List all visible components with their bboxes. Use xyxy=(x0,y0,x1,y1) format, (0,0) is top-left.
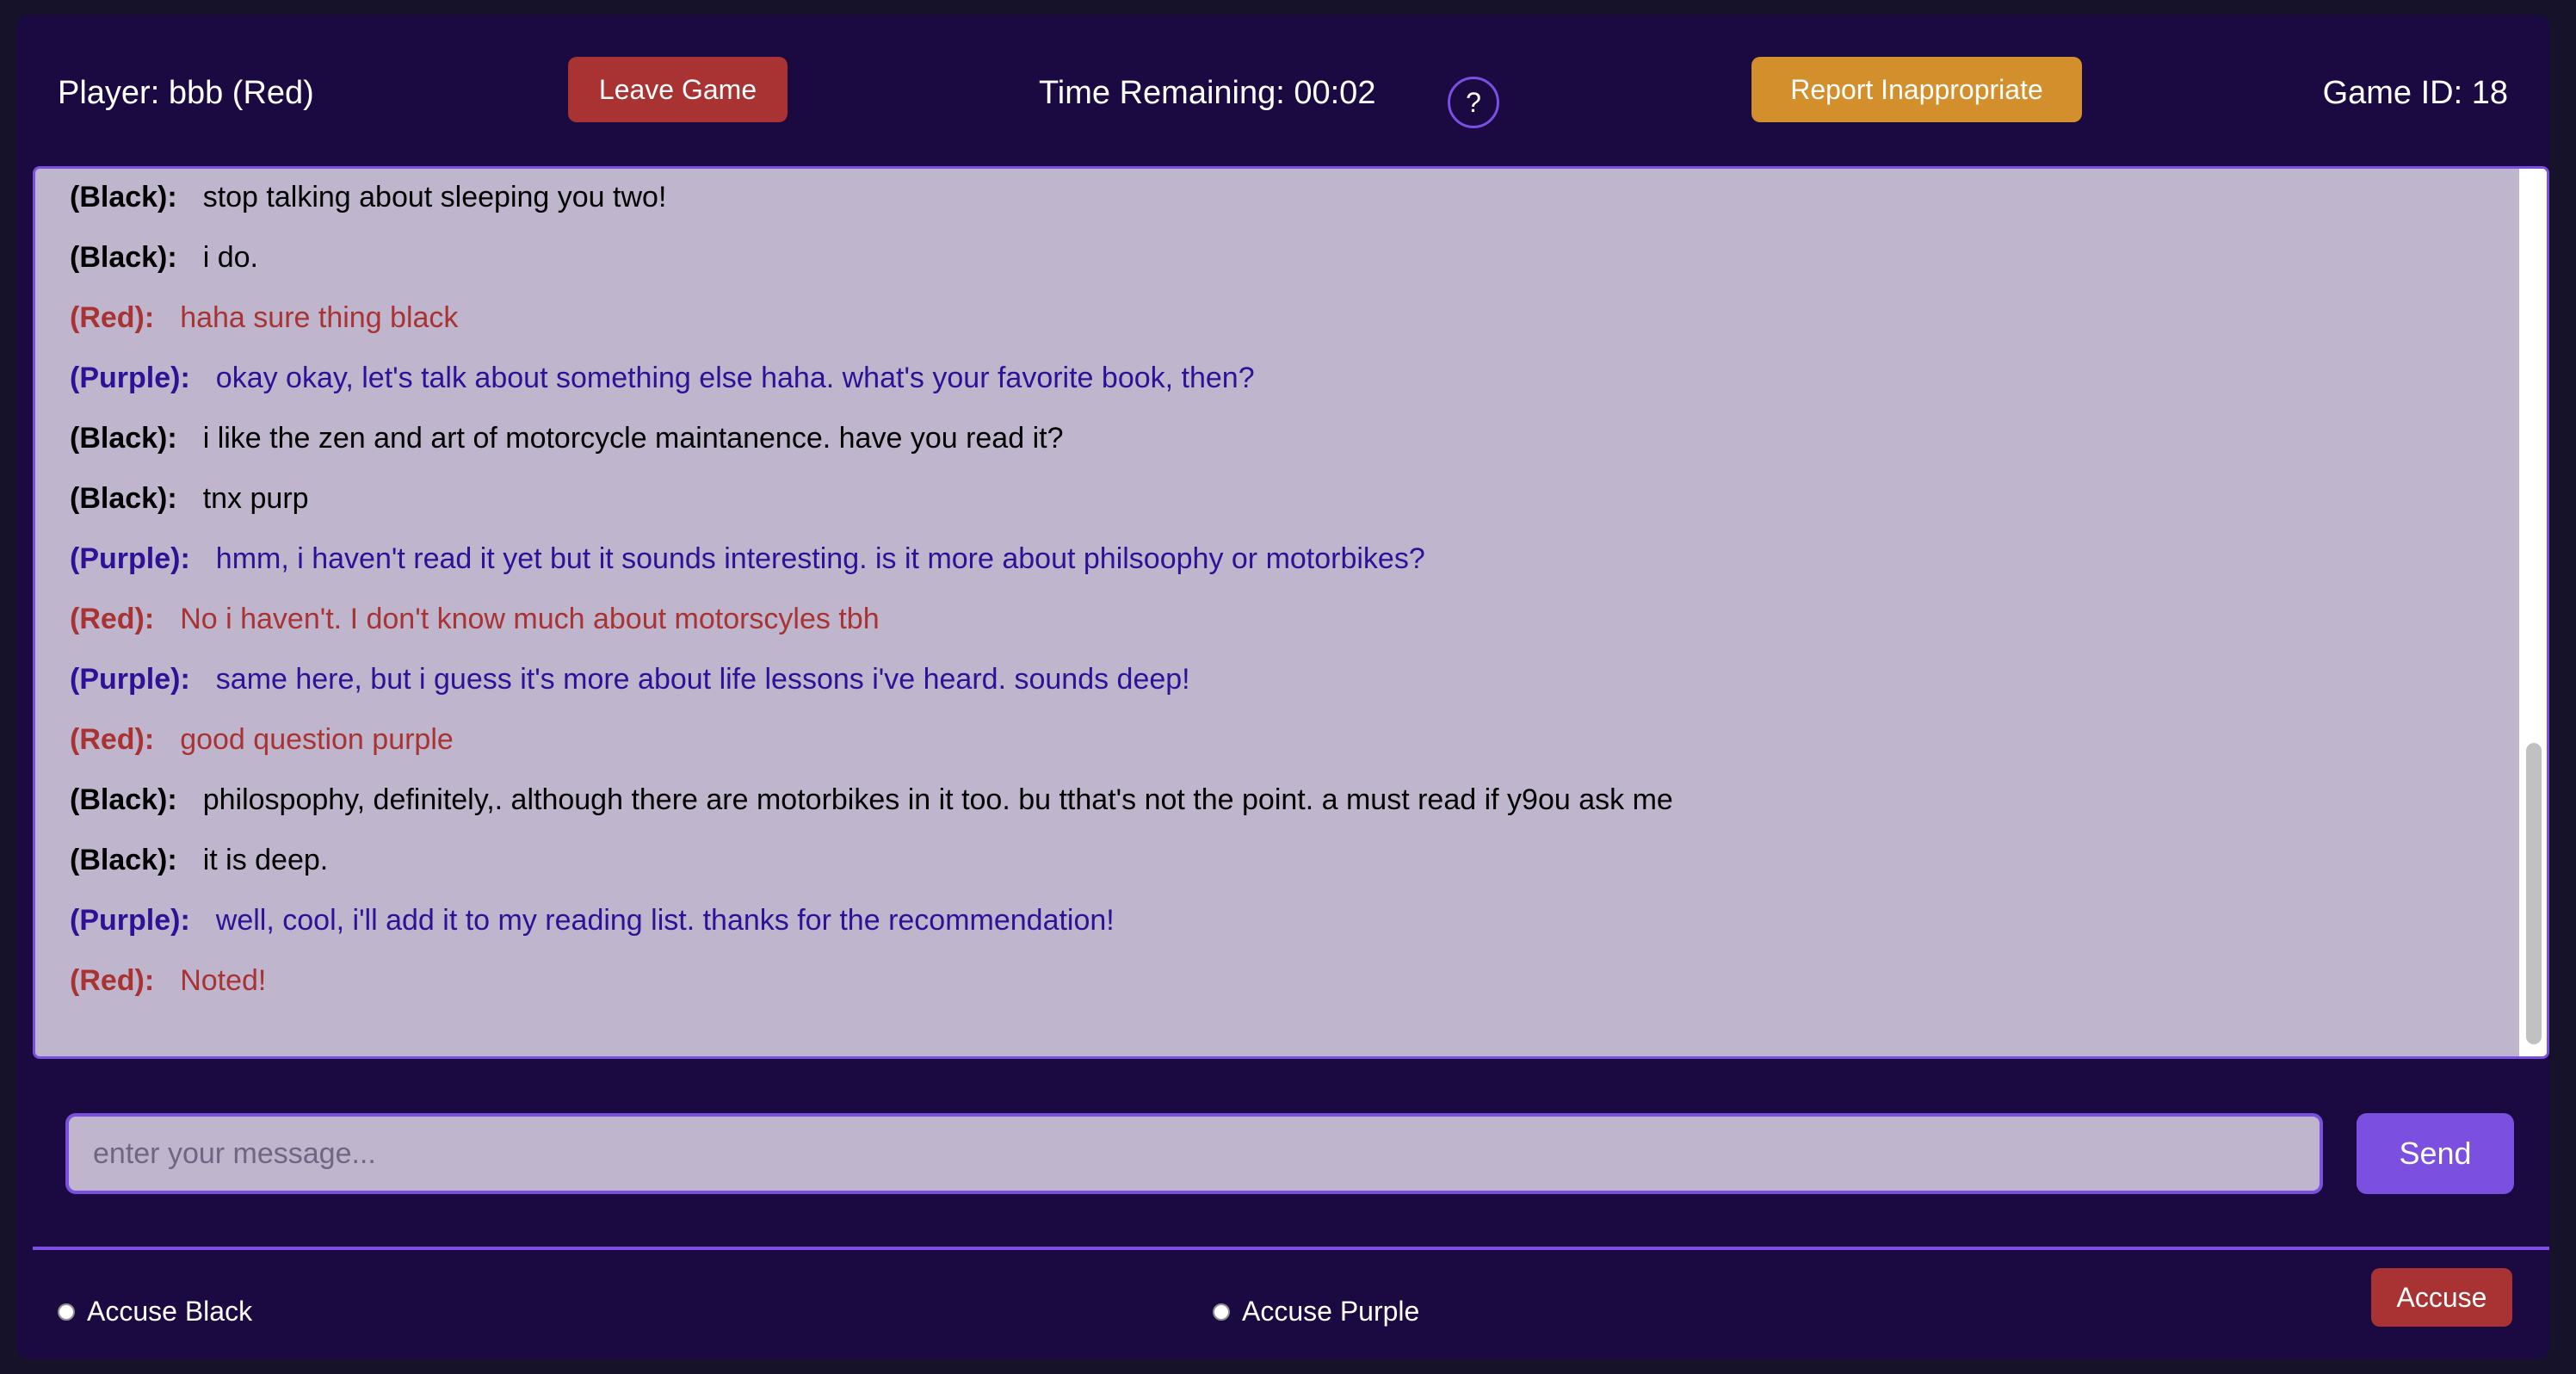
chat-message: (Red): Noted! xyxy=(70,961,266,1000)
message-text: stop talking about sleeping you two! xyxy=(202,181,667,214)
chat-message: (Black): it is deep. xyxy=(70,840,328,880)
message-list: (Black): stop talking about sleeping you … xyxy=(35,169,2516,1056)
leave-game-button[interactable]: Leave Game xyxy=(568,57,788,122)
message-text: i do. xyxy=(202,241,258,274)
message-text: i like the zen and art of motorcycle mai… xyxy=(202,422,1064,455)
message-input[interactable] xyxy=(65,1113,2323,1194)
send-button[interactable]: Send xyxy=(2357,1113,2514,1194)
report-inappropriate-button[interactable]: Report Inappropriate xyxy=(1751,57,2082,122)
message-text: well, cool, i'll add it to my reading li… xyxy=(215,904,1115,937)
chat-message: (Purple): well, cool, i'll add it to my r… xyxy=(70,901,1115,940)
accuse-black-option[interactable]: Accuse Black xyxy=(58,1296,252,1328)
message-speaker: (Purple): xyxy=(70,904,190,937)
chat-message: (Purple): same here, but i guess it's mor… xyxy=(70,659,1190,699)
message-text: hmm, i haven't read it yet but it sounds… xyxy=(215,542,1425,575)
message-speaker: (Red): xyxy=(70,603,155,635)
divider xyxy=(33,1247,2549,1250)
accuse-purple-option[interactable]: Accuse Purple xyxy=(1213,1296,1419,1328)
help-icon[interactable]: ? xyxy=(1448,77,1499,128)
message-speaker: (Purple): xyxy=(70,663,190,696)
accuse-purple-radio[interactable] xyxy=(1213,1303,1230,1321)
message-text: tnx purp xyxy=(202,482,309,515)
message-text: same here, but i guess it's more about l… xyxy=(215,663,1190,696)
message-speaker: (Black): xyxy=(70,181,177,214)
accuse-black-radio[interactable] xyxy=(58,1303,75,1321)
chat-scrollbar[interactable] xyxy=(2519,169,2547,1056)
message-speaker: (Black): xyxy=(70,783,177,816)
chat-message: (Black): stop talking about sleeping you … xyxy=(70,177,666,217)
message-text: haha sure thing black xyxy=(180,301,459,334)
message-text: it is deep. xyxy=(202,844,329,876)
game-header: Player: bbb (Red) Leave Game Time Remain… xyxy=(16,15,2549,161)
accuse-button[interactable]: Accuse xyxy=(2371,1268,2512,1327)
message-text: philospophy, definitely,. although there… xyxy=(202,783,1673,816)
game-id: Game ID: 18 xyxy=(2322,75,2508,111)
message-text: Noted! xyxy=(180,964,267,997)
message-composer: Send xyxy=(65,1113,2514,1194)
player-label: Player: bbb (Red) xyxy=(58,75,314,111)
chat-scrollbar-thumb[interactable] xyxy=(2526,743,2542,1044)
chat-message: (Red): No i haven't. I don't know much ab… xyxy=(70,599,880,639)
accuse-black-label: Accuse Black xyxy=(87,1296,253,1327)
chat-message: (Red): good question purple xyxy=(70,720,454,759)
chat-message: (Black): i do. xyxy=(70,238,258,277)
message-text: good question purple xyxy=(180,723,454,756)
message-speaker: (Black): xyxy=(70,241,177,274)
message-speaker: (Red): xyxy=(70,723,155,756)
accuse-purple-label: Accuse Purple xyxy=(1242,1296,1420,1327)
message-speaker: (Purple): xyxy=(70,542,190,575)
message-speaker: (Black): xyxy=(70,422,177,455)
chat-message: (Purple): hmm, i haven't read it yet but … xyxy=(70,539,1425,579)
message-text: No i haven't. I don't know much about mo… xyxy=(180,603,880,635)
message-speaker: (Purple): xyxy=(70,362,190,394)
chat-message: (Black): i like the zen and art of motorc… xyxy=(70,418,1063,458)
message-speaker: (Red): xyxy=(70,301,155,334)
chat-message: (Red): haha sure thing black xyxy=(70,298,458,337)
chat-message: (Purple): okay okay, let's talk about som… xyxy=(70,358,1255,398)
message-speaker: (Red): xyxy=(70,964,155,997)
chat-message: (Black): tnx purp xyxy=(70,479,309,518)
chat-message: (Black): philospophy, definitely,. althou… xyxy=(70,780,1673,820)
message-text: okay okay, let's talk about something el… xyxy=(215,362,1255,394)
message-speaker: (Black): xyxy=(70,482,177,515)
message-speaker: (Black): xyxy=(70,844,177,876)
chat-log[interactable]: (Black): stop talking about sleeping you … xyxy=(33,166,2549,1059)
game-window: Player: bbb (Red) Leave Game Time Remain… xyxy=(16,15,2549,1359)
time-remaining: Time Remaining: 00:02 xyxy=(1039,75,1376,111)
